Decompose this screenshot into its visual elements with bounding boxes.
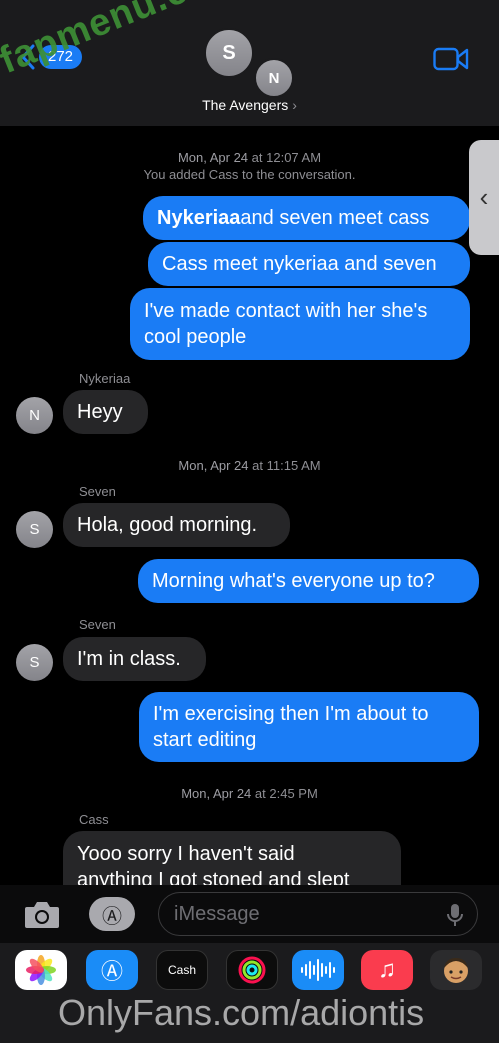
avatar[interactable]: S bbox=[16, 644, 53, 681]
app-store-app-button[interactable]: Ⓐ bbox=[86, 950, 138, 990]
apple-cash-button[interactable]: Cash bbox=[156, 950, 208, 990]
group-avatar[interactable]: S N bbox=[202, 26, 302, 98]
message-text: Morning what's everyone up to? bbox=[152, 570, 435, 592]
incoming-message[interactable]: Hola, good morning. bbox=[63, 503, 290, 547]
timestamp: Mon, Apr 24 at 11:15 AM bbox=[178, 458, 321, 473]
message-text: Heyy bbox=[77, 401, 123, 423]
avatar[interactable]: S bbox=[16, 511, 53, 548]
photos-app-button[interactable] bbox=[15, 950, 67, 990]
chevron-left-icon: ‹ bbox=[479, 182, 489, 212]
audio-message-button[interactable] bbox=[292, 950, 344, 990]
system-note: You added Cass to the conversation. bbox=[143, 167, 356, 182]
message-text: I'm exercising then I'm about to bbox=[153, 703, 429, 725]
camera-icon[interactable] bbox=[23, 897, 61, 931]
activity-icon bbox=[238, 956, 266, 984]
avatar[interactable]: N bbox=[16, 397, 53, 434]
sender-name: Nykeriaa bbox=[79, 371, 131, 386]
music-app-button[interactable]: ♫ bbox=[361, 950, 413, 990]
app-store-icon: Ⓐ bbox=[102, 905, 122, 928]
microphone-icon[interactable] bbox=[447, 903, 463, 927]
music-note-icon: ♫ bbox=[378, 956, 396, 983]
message-text: Cass meet nykeriaa and seven bbox=[162, 253, 437, 275]
sender-name: Cass bbox=[79, 812, 109, 827]
photos-icon bbox=[26, 955, 56, 985]
outgoing-message[interactable]: I've made contact with her she's cool pe… bbox=[130, 288, 470, 360]
incoming-message[interactable]: I'm in class. bbox=[63, 637, 206, 681]
sender-name: Seven bbox=[79, 617, 116, 632]
unread-count-badge: 272 bbox=[39, 45, 83, 69]
message-text: I've made contact with her she's bbox=[144, 300, 428, 322]
message-input[interactable]: iMessage bbox=[158, 892, 478, 936]
mention: Nykeriaa bbox=[157, 207, 241, 229]
timestamp: Mon, Apr 24 at 12:07 AM bbox=[177, 150, 322, 165]
app-store-icon: Ⓐ bbox=[100, 959, 123, 984]
outgoing-message[interactable]: Cass meet nykeriaa and seven bbox=[148, 242, 470, 286]
apple-cash-label: Cash bbox=[167, 963, 196, 977]
chevron-right-icon: › bbox=[292, 97, 297, 113]
outgoing-message[interactable]: Nykeriaa and seven meet cass bbox=[143, 196, 470, 240]
group-name[interactable]: The Avengers › bbox=[0, 97, 499, 113]
group-name-label: The Avengers bbox=[202, 97, 289, 113]
outgoing-message[interactable]: I'm exercising then I'm about to start e… bbox=[139, 692, 479, 762]
message-text: start editing bbox=[153, 729, 257, 751]
audio-waveform-icon bbox=[301, 959, 335, 981]
outgoing-message[interactable]: Morning what's everyone up to? bbox=[138, 559, 479, 603]
avatar: S bbox=[204, 28, 254, 78]
message-input-placeholder: iMessage bbox=[174, 902, 260, 925]
message-text: I'm in class. bbox=[77, 648, 181, 670]
memoji-button[interactable] bbox=[430, 950, 482, 990]
video-call-icon[interactable] bbox=[433, 46, 469, 72]
conversation-header: 272 S N The Avengers › bbox=[0, 0, 499, 126]
app-store-button[interactable]: Ⓐ bbox=[89, 897, 135, 931]
back-button[interactable]: 272 bbox=[20, 44, 83, 70]
message-text: cool people bbox=[144, 326, 247, 348]
activity-app-button[interactable] bbox=[226, 950, 278, 990]
side-panel-handle[interactable]: ‹ bbox=[469, 140, 499, 255]
message-text: Yooo sorry I haven't said bbox=[77, 843, 295, 865]
incoming-message[interactable]: Heyy bbox=[63, 390, 148, 434]
avatar: N bbox=[254, 58, 294, 98]
sender-name: Seven bbox=[79, 484, 116, 499]
message-text: Hola, good morning. bbox=[77, 514, 258, 536]
message-text: and seven meet cass bbox=[240, 207, 430, 229]
timestamp: Mon, Apr 24 at 2:45 PM bbox=[181, 786, 318, 801]
chevron-left-icon bbox=[21, 44, 35, 70]
memoji-icon bbox=[444, 958, 468, 983]
